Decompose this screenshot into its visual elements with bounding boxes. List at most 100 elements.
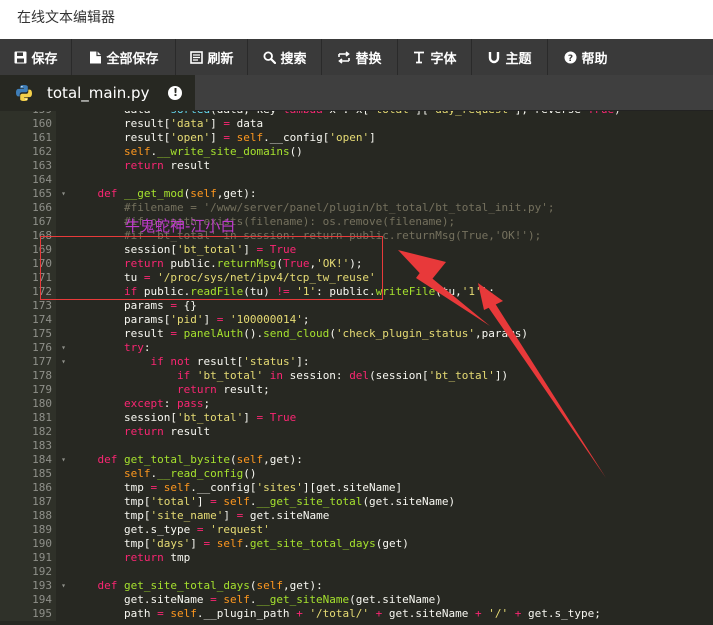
code-lines: 159 data = sorted(data, key=lambda x : x…: [0, 111, 713, 621]
code-text: return public.returnMsg(True,'OK!');: [123, 257, 363, 270]
code-line[interactable]: 160 result['data'] = data: [0, 117, 713, 131]
code-line[interactable]: 167 #if os.path.exists(filename): os.rem…: [0, 215, 713, 229]
code-line[interactable]: 192: [0, 565, 713, 579]
editor-toolbar: 保存 全部保存 刷新 搜索 替换 字体 主题 ? 帮助: [0, 39, 713, 75]
code-line[interactable]: 193 ▾ def get_site_total_days(self,get):: [0, 579, 713, 593]
line-number: 163: [0, 159, 56, 173]
code-line[interactable]: 190 tmp['days'] = self.get_site_total_da…: [0, 537, 713, 551]
file-tab-bar: total_main.py !: [0, 75, 713, 111]
search-icon: [262, 50, 276, 64]
code-text: return tmp: [123, 551, 191, 564]
code-line[interactable]: 166 #filename = '/www/server/panel/plugi…: [0, 201, 713, 215]
line-number: 190: [0, 537, 56, 551]
line-number: 175: [0, 327, 56, 341]
font-icon: [412, 50, 426, 64]
fold-toggle-icon[interactable]: ▾: [61, 341, 66, 355]
line-number: 182: [0, 425, 56, 439]
code-line[interactable]: 163 return result: [0, 159, 713, 173]
code-line[interactable]: 162 self.__write_site_domains(): [0, 145, 713, 159]
code-line[interactable]: 186 tmp = self.__config['sites'][get.sit…: [0, 481, 713, 495]
code-line[interactable]: 168 #if 'bt_total' in session: return pu…: [0, 229, 713, 243]
code-text: return result: [123, 425, 211, 438]
code-text: result = panelAuth().send_cloud('check_p…: [71, 327, 528, 340]
code-line[interactable]: 176 ▾ try:: [0, 341, 713, 355]
line-number: 191: [0, 551, 56, 565]
code-text: tmp = self.__config['sites'][get.siteNam…: [71, 481, 403, 494]
code-line[interactable]: 173 params = {}: [0, 299, 713, 313]
code-line[interactable]: 179 return result;: [0, 383, 713, 397]
refresh-button[interactable]: 刷新: [176, 39, 248, 75]
code-text: params = {}: [71, 299, 197, 312]
code-line[interactable]: 172 if public.readFile(tu) != '1': publi…: [0, 285, 713, 299]
replace-icon: [337, 50, 351, 64]
line-number: 160: [0, 117, 56, 131]
code-line[interactable]: 194 get.siteName = self.__get_siteName(g…: [0, 593, 713, 607]
help-label: 帮助: [581, 51, 608, 67]
code-line[interactable]: 181 session['bt_total'] = True: [0, 411, 713, 425]
code-line[interactable]: 183: [0, 439, 713, 453]
code-line[interactable]: 174 params['pid'] = '100000014';: [0, 313, 713, 327]
line-number: 170: [0, 257, 56, 271]
line-number: 164: [0, 173, 56, 187]
replace-button[interactable]: 替换: [322, 39, 398, 75]
code-line[interactable]: 195 path = self.__plugin_path + '/total/…: [0, 607, 713, 621]
line-number: 187: [0, 495, 56, 509]
save-button[interactable]: 保存: [0, 39, 72, 75]
line-number: 189: [0, 523, 56, 537]
line-number: 194: [0, 593, 56, 607]
code-line[interactable]: 169 session['bt_total'] = True: [0, 243, 713, 257]
tab-total-main[interactable]: total_main.py !: [0, 75, 195, 111]
font-button[interactable]: 字体: [398, 39, 472, 75]
code-line[interactable]: 191 return tmp: [0, 551, 713, 565]
save-all-button[interactable]: 全部保存: [72, 39, 176, 75]
code-line[interactable]: 189 get.s_type = 'request': [0, 523, 713, 537]
code-text: if 'bt_total' in session: del(session['b…: [176, 369, 509, 382]
unsaved-info-icon[interactable]: !: [168, 86, 183, 100]
line-number: 186: [0, 481, 56, 495]
code-line[interactable]: 184 ▾ def get_total_bysite(self,get):: [0, 453, 713, 467]
line-number: 176 ▾: [0, 341, 66, 355]
line-number: 173: [0, 299, 56, 313]
svg-text:?: ?: [568, 54, 573, 64]
code-line[interactable]: 171 tu = '/proc/sys/net/ipv4/tcp_tw_reus…: [0, 271, 713, 285]
line-number: 177 ▾: [0, 355, 66, 369]
help-button[interactable]: ? 帮助: [548, 39, 623, 75]
replace-label: 替换: [355, 51, 382, 67]
code-text: session['bt_total'] = True: [71, 243, 297, 256]
code-text: #if os.path.exists(filename): os.remove(…: [123, 215, 456, 228]
code-line[interactable]: 177 ▾ if not result['status']:: [0, 355, 713, 369]
save-all-icon: [88, 50, 102, 64]
code-text: #filename = '/www/server/panel/plugin/bt…: [123, 201, 555, 214]
line-number: 195: [0, 607, 56, 621]
theme-button[interactable]: 主题: [472, 39, 548, 75]
code-line[interactable]: 175 result = panelAuth().send_cloud('che…: [0, 327, 713, 341]
code-text: get.siteName = self.__get_siteName(get.s…: [71, 593, 442, 606]
code-line[interactable]: 170 return public.returnMsg(True,'OK!');: [0, 257, 713, 271]
code-editor[interactable]: 159 data = sorted(data, key=lambda x : x…: [0, 111, 713, 625]
save-label: 保存: [31, 51, 58, 67]
refresh-label: 刷新: [207, 51, 234, 67]
code-line[interactable]: 187 tmp['total'] = self.__get_site_total…: [0, 495, 713, 509]
watermark-text: 牛鬼蛇神-江小白: [125, 217, 236, 235]
code-line[interactable]: 185 self.__read_config(): [0, 467, 713, 481]
code-line[interactable]: 188 tmp['site_name'] = get.siteName: [0, 509, 713, 523]
code-line[interactable]: 164: [0, 173, 713, 187]
fold-toggle-icon[interactable]: ▾: [61, 355, 66, 369]
fold-toggle-icon[interactable]: ▾: [61, 187, 66, 201]
code-text: def get_site_total_days(self,get):: [97, 579, 323, 592]
fold-toggle-icon[interactable]: ▾: [61, 453, 66, 467]
code-line[interactable]: 178 if 'bt_total' in session: del(sessio…: [0, 369, 713, 383]
code-line[interactable]: 165 ▾ def __get_mod(self,get):: [0, 187, 713, 201]
theme-label: 主题: [505, 51, 532, 67]
save-icon: [13, 50, 27, 64]
line-number: 183: [0, 439, 56, 453]
code-line[interactable]: 182 return result: [0, 425, 713, 439]
code-line[interactable]: 161 result['open'] = self.__config['open…: [0, 131, 713, 145]
code-line[interactable]: 180 except: pass;: [0, 397, 713, 411]
code-text: try:: [123, 341, 151, 354]
search-button[interactable]: 搜索: [248, 39, 322, 75]
fold-toggle-icon[interactable]: ▾: [61, 579, 66, 593]
line-number: 172: [0, 285, 56, 299]
line-number: 168: [0, 229, 56, 243]
search-label: 搜索: [280, 51, 307, 67]
